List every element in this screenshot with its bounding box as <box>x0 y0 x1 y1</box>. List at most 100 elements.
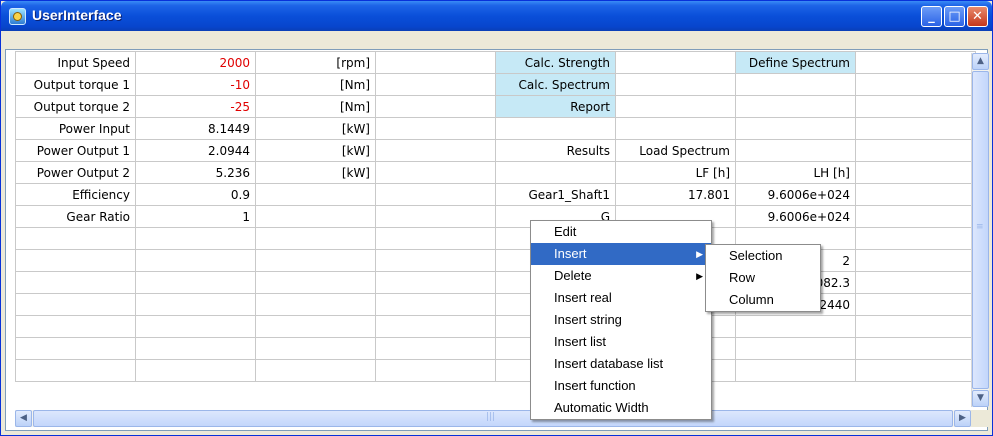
action-cell-button[interactable]: Calc. Spectrum <box>495 73 616 96</box>
grid-cell[interactable] <box>735 73 856 96</box>
grid-cell[interactable]: Power Input <box>15 117 136 140</box>
grid-cell[interactable] <box>375 249 496 272</box>
grid-cell[interactable]: [Nm] <box>255 95 376 118</box>
grid-cell[interactable] <box>375 205 496 228</box>
grid-cell[interactable] <box>855 227 976 250</box>
grid-cell[interactable]: 8.1449 <box>135 117 256 140</box>
grid-cell[interactable] <box>855 95 976 118</box>
grid-cell[interactable]: Load Spectrum <box>615 139 736 162</box>
grid-cell[interactable]: [Nm] <box>255 73 376 96</box>
grid-cell[interactable]: [kW] <box>255 117 376 140</box>
vertical-scrollbar[interactable]: ▲ ≡ ▼ <box>971 53 989 407</box>
grid-cell[interactable] <box>855 359 976 382</box>
grid-cell[interactable]: Power Output 2 <box>15 161 136 184</box>
scroll-left-button[interactable]: ◀ <box>15 410 32 427</box>
grid-cell[interactable]: [kW] <box>255 139 376 162</box>
grid-cell[interactable] <box>615 51 736 74</box>
grid-cell[interactable] <box>855 249 976 272</box>
grid-cell[interactable] <box>255 337 376 360</box>
grid-cell[interactable] <box>255 205 376 228</box>
grid-cell[interactable] <box>135 337 256 360</box>
menu-item-insert-real[interactable]: Insert real <box>531 287 711 309</box>
grid-cell[interactable] <box>15 249 136 272</box>
grid-cell[interactable] <box>375 161 496 184</box>
close-button[interactable]: ✕ <box>967 6 988 27</box>
grid-cell[interactable] <box>375 51 496 74</box>
grid-cell[interactable] <box>135 249 256 272</box>
grid-cell[interactable]: -25 <box>135 95 256 118</box>
title-bar[interactable]: UserInterface _ □ ✕ <box>1 1 992 31</box>
submenu-item-selection[interactable]: Selection <box>706 245 820 267</box>
grid-cell[interactable] <box>15 337 136 360</box>
grid-cell[interactable] <box>855 337 976 360</box>
horizontal-scroll-thumb[interactable]: ||| <box>33 410 953 427</box>
grid-cell[interactable]: 9.6006e+024 <box>735 205 856 228</box>
vertical-scroll-thumb[interactable]: ≡ <box>972 71 989 389</box>
grid-cell[interactable] <box>855 205 976 228</box>
grid-cell[interactable]: 2.0944 <box>135 139 256 162</box>
grid-cell[interactable] <box>375 337 496 360</box>
grid-cell[interactable]: Power Output 1 <box>15 139 136 162</box>
grid-cell[interactable] <box>615 117 736 140</box>
grid-cell[interactable] <box>15 293 136 316</box>
grid-cell[interactable] <box>735 95 856 118</box>
grid-cell[interactable]: 9.6006e+024 <box>735 183 856 206</box>
menu-item-delete[interactable]: Delete ▶ <box>531 265 711 287</box>
menu-item-insert[interactable]: Insert ▶ <box>531 243 711 265</box>
grid-cell[interactable] <box>735 117 856 140</box>
grid-cell[interactable] <box>255 315 376 338</box>
grid-cell[interactable] <box>375 117 496 140</box>
grid-cell[interactable] <box>375 95 496 118</box>
grid-cell[interactable]: 17.801 <box>615 183 736 206</box>
menu-item-edit[interactable]: Edit <box>531 221 711 243</box>
grid-cell[interactable] <box>15 359 136 382</box>
grid-cell[interactable] <box>375 139 496 162</box>
grid-cell[interactable] <box>615 95 736 118</box>
grid-cell[interactable]: Output torque 2 <box>15 95 136 118</box>
grid-cell[interactable]: 5.236 <box>135 161 256 184</box>
grid-cell[interactable] <box>255 249 376 272</box>
grid-cell[interactable]: 1 <box>135 205 256 228</box>
grid-cell[interactable] <box>135 271 256 294</box>
grid-cell[interactable]: LH [h] <box>735 161 856 184</box>
grid-cell[interactable] <box>855 139 976 162</box>
scroll-up-button[interactable]: ▲ <box>972 53 989 70</box>
grid-cell[interactable]: Gear Ratio <box>15 205 136 228</box>
grid-cell[interactable]: [kW] <box>255 161 376 184</box>
grid-cell[interactable]: Input Speed <box>15 51 136 74</box>
grid-cell[interactable] <box>615 73 736 96</box>
grid-cell[interactable] <box>375 271 496 294</box>
grid-cell[interactable] <box>375 73 496 96</box>
action-cell-button[interactable]: Define Spectrum <box>735 51 856 74</box>
grid-cell[interactable] <box>135 359 256 382</box>
grid-cell[interactable] <box>135 227 256 250</box>
menu-item-insert-function[interactable]: Insert function <box>531 375 711 397</box>
menu-item-insert-database-list[interactable]: Insert database list <box>531 353 711 375</box>
grid-cell[interactable] <box>855 161 976 184</box>
action-cell-button[interactable]: Calc. Strength <box>495 51 616 74</box>
menu-item-automatic-width[interactable]: Automatic Width <box>531 397 711 419</box>
grid-cell[interactable] <box>735 315 856 338</box>
grid-cell[interactable] <box>855 117 976 140</box>
grid-cell[interactable] <box>15 227 136 250</box>
grid-cell[interactable] <box>15 271 136 294</box>
grid-cell[interactable] <box>855 51 976 74</box>
scroll-down-button[interactable]: ▼ <box>972 390 989 407</box>
grid-cell[interactable] <box>855 315 976 338</box>
grid-cell[interactable] <box>135 315 256 338</box>
grid-cell[interactable]: Output torque 1 <box>15 73 136 96</box>
grid-cell[interactable] <box>375 315 496 338</box>
grid-cell[interactable] <box>15 315 136 338</box>
submenu-item-row[interactable]: Row <box>706 267 820 289</box>
submenu-item-column[interactable]: Column <box>706 289 820 311</box>
minimize-button[interactable]: _ <box>921 6 942 27</box>
grid-cell[interactable] <box>255 183 376 206</box>
grid-cell[interactable] <box>255 293 376 316</box>
menu-item-insert-string[interactable]: Insert string <box>531 309 711 331</box>
grid-cell[interactable]: 0.9 <box>135 183 256 206</box>
grid-cell[interactable] <box>255 359 376 382</box>
grid-cell[interactable] <box>855 183 976 206</box>
menu-item-insert-list[interactable]: Insert list <box>531 331 711 353</box>
grid-cell[interactable] <box>735 359 856 382</box>
grid-cell[interactable] <box>375 183 496 206</box>
